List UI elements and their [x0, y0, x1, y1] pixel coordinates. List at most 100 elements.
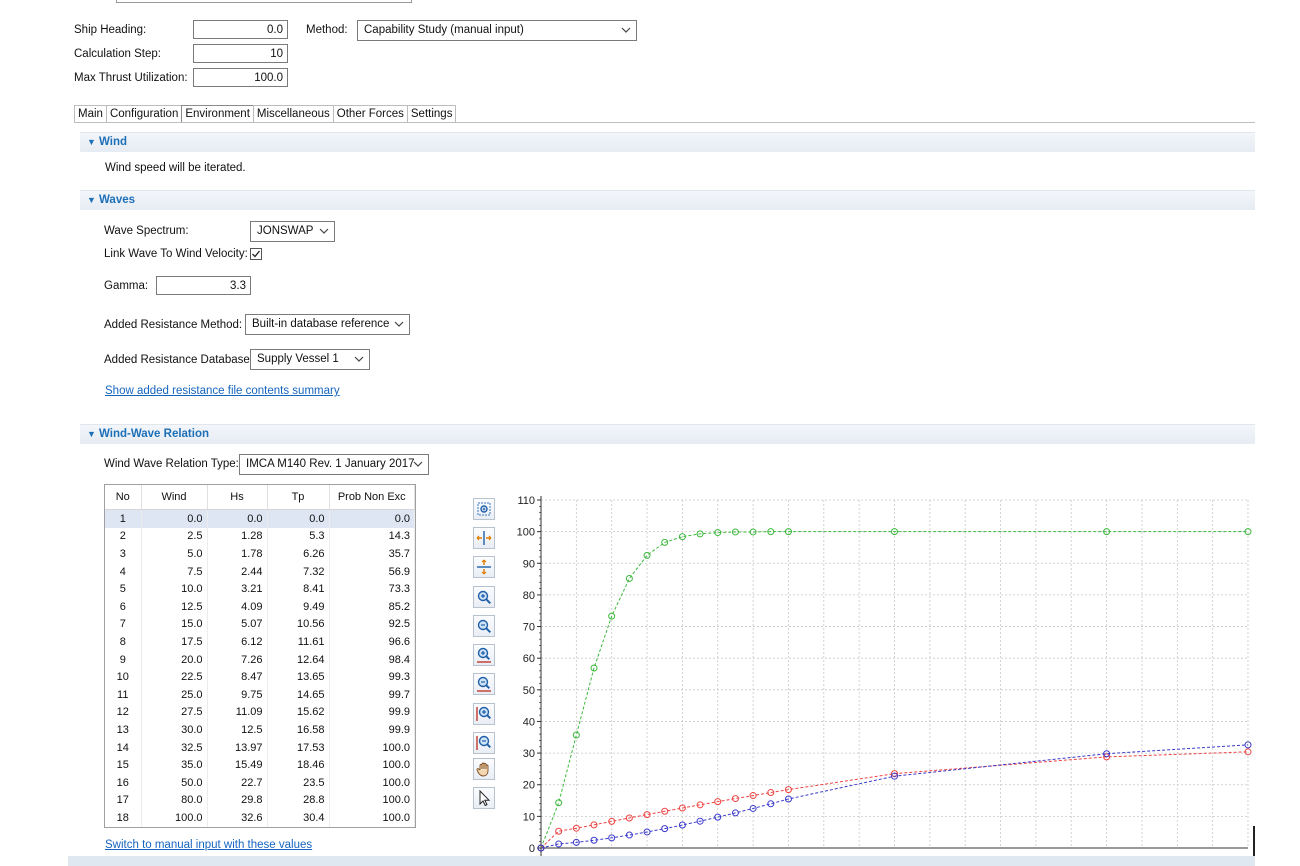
wave-spectrum-select[interactable]: JONSWAP [250, 221, 335, 242]
table-row[interactable]: 6 12.5 4.09 9.49 85.2 [105, 597, 415, 616]
summary-link[interactable]: Show added resistance file contents summ… [105, 385, 340, 397]
table-cell: 5.3 [267, 527, 330, 546]
column-header[interactable]: Hs [207, 485, 268, 510]
table-row[interactable]: 3 5.0 1.78 6.26 35.7 [105, 545, 415, 563]
column-header[interactable]: Tp [267, 485, 330, 510]
table-row[interactable]: 15 35.0 15.49 18.46 100.0 [105, 756, 415, 774]
zoom-out-button[interactable] [473, 615, 495, 637]
zoom-in-y-button[interactable] [473, 703, 495, 725]
table-cell: 2.5 [141, 527, 208, 546]
zoom-fit-button[interactable] [473, 498, 495, 520]
y-tick-label: 60 [523, 653, 535, 665]
pan-button[interactable] [473, 758, 495, 780]
table-row[interactable]: 7 15.0 5.07 10.56 92.5 [105, 615, 415, 634]
zoom-out-y-icon [476, 735, 492, 750]
tab-main[interactable]: Main [74, 105, 107, 123]
collapse-triangle-icon: ▼ [87, 195, 96, 205]
fit-vertical-button[interactable] [473, 556, 495, 578]
table-cell: 100.0 [141, 809, 208, 827]
table-cell: 92.5 [329, 615, 415, 634]
zoom-in-x-icon [477, 647, 491, 663]
method-select[interactable]: Capability Study (manual input) [357, 20, 637, 41]
tab-settings[interactable]: Settings [406, 105, 457, 123]
table-cell: 8 [105, 633, 142, 651]
ship-heading-input[interactable]: 0.0 [193, 20, 288, 39]
table-cell: 9.75 [207, 685, 268, 704]
column-header[interactable]: No [105, 485, 142, 510]
relation-section-header[interactable]: ▼ Wind-Wave Relation [80, 424, 1255, 444]
zoom-out-y-button[interactable] [473, 732, 495, 754]
table-cell: 100.0 [329, 773, 415, 792]
table-row[interactable]: 4 7.5 2.44 7.32 56.9 [105, 562, 415, 581]
table-cell: 11.61 [267, 633, 330, 651]
tab-environment[interactable]: Environment [181, 105, 254, 123]
wind-wave-chart[interactable]: 0 10 20 30 40 50 60 70 80 90 100 110 [508, 490, 1253, 858]
table-cell: 29.8 [207, 791, 268, 810]
y-tick-label: 90 [523, 558, 535, 570]
table-cell: 14 [105, 738, 142, 757]
table-cell: 13 [105, 721, 142, 739]
table-cell: 32.5 [141, 738, 208, 757]
table-row[interactable]: 9 20.0 7.26 12.64 98.4 [105, 650, 415, 669]
table-cell: 4 [105, 562, 142, 581]
zoom-in-y-icon [476, 706, 492, 721]
fit-vertical-icon [477, 559, 491, 575]
link-wave-checkbox[interactable] [250, 248, 262, 260]
table-row[interactable]: 14 32.5 13.97 17.53 100.0 [105, 738, 415, 757]
table-cell: 16 [105, 773, 142, 792]
table-cell: 6.26 [267, 545, 330, 563]
wind-wave-table[interactable]: No Wind Hs Tp Prob Non Exc 1 0.0 0.0 0.0 0.0… [104, 484, 416, 828]
column-header[interactable]: Prob Non Exc [329, 485, 415, 510]
relation-type-select[interactable]: IMCA M140 Rev. 1 January 2017 [239, 454, 429, 475]
zoom-out-x-button[interactable] [473, 673, 495, 695]
tab-other-forces[interactable]: Other Forces [332, 105, 408, 123]
tab-bar: Main Configuration Environment Miscellan… [74, 105, 457, 123]
resist-method-select[interactable]: Built-in database reference [245, 314, 410, 335]
table-cell: 7 [105, 615, 142, 634]
collapse-triangle-icon: ▼ [87, 429, 96, 439]
table-cell: 0.0 [329, 509, 415, 528]
calc-step-input[interactable]: 10 [193, 44, 288, 63]
y-tick-label: 50 [523, 685, 535, 697]
table-cell: 99.3 [329, 668, 415, 686]
table-row[interactable]: 10 22.5 8.47 13.65 99.3 [105, 668, 415, 686]
waves-section-header[interactable]: ▼ Waves [80, 190, 1255, 210]
table-row[interactable]: 11 25.0 9.75 14.65 99.7 [105, 685, 415, 704]
table-row[interactable]: 5 10.0 3.21 8.41 73.3 [105, 580, 415, 598]
fit-horizontal-button[interactable] [473, 527, 495, 549]
table-row[interactable]: 16 50.0 22.7 23.5 100.0 [105, 773, 415, 792]
table-row[interactable]: 18 100.0 32.6 30.4 100.0 [105, 809, 415, 827]
tab-configuration[interactable]: Configuration [105, 105, 183, 123]
column-header[interactable]: Wind [141, 485, 208, 510]
switch-manual-link[interactable]: Switch to manual input with these values [105, 839, 312, 851]
pan-hand-icon [476, 762, 489, 777]
table-cell: 8.47 [207, 668, 268, 686]
table-row[interactable]: 13 30.0 12.5 16.58 99.9 [105, 721, 415, 739]
chevron-down-icon [621, 23, 631, 37]
zoom-in-x-button[interactable] [473, 644, 495, 666]
window-edge [1253, 826, 1255, 856]
ship-heading-label: Ship Heading: [74, 24, 147, 36]
table-row[interactable]: 1 0.0 0.0 0.0 0.0 [105, 509, 415, 528]
table-cell: 12.64 [267, 650, 330, 669]
table-row[interactable]: 8 17.5 6.12 11.61 96.6 [105, 633, 415, 651]
table-row[interactable]: 17 80.0 29.8 28.8 100.0 [105, 791, 415, 810]
zoom-in-button[interactable] [473, 586, 495, 608]
wind-section-header[interactable]: ▼ Wind [80, 132, 1255, 152]
resist-db-select[interactable]: Supply Vessel 1 [250, 349, 370, 370]
table-row[interactable]: 12 27.5 11.09 15.62 99.9 [105, 703, 415, 722]
table-cell: 35.0 [141, 756, 208, 774]
table-cell: 2 [105, 527, 142, 546]
table-cell: 11.09 [207, 703, 268, 722]
table-cell: 13.65 [267, 668, 330, 686]
pointer-button[interactable] [473, 787, 495, 809]
wind-section-title: Wind [99, 136, 127, 148]
table-cell: 30.4 [267, 809, 330, 827]
tab-miscellaneous[interactable]: Miscellaneous [252, 105, 334, 123]
gamma-input[interactable]: 3.3 [156, 276, 251, 295]
table-cell: 80.0 [141, 791, 208, 810]
y-tick-label: 10 [523, 811, 535, 823]
table-row[interactable]: 2 2.5 1.28 5.3 14.3 [105, 527, 415, 546]
y-tick-label: 110 [517, 495, 535, 507]
max-thrust-input[interactable]: 100.0 [193, 68, 288, 87]
